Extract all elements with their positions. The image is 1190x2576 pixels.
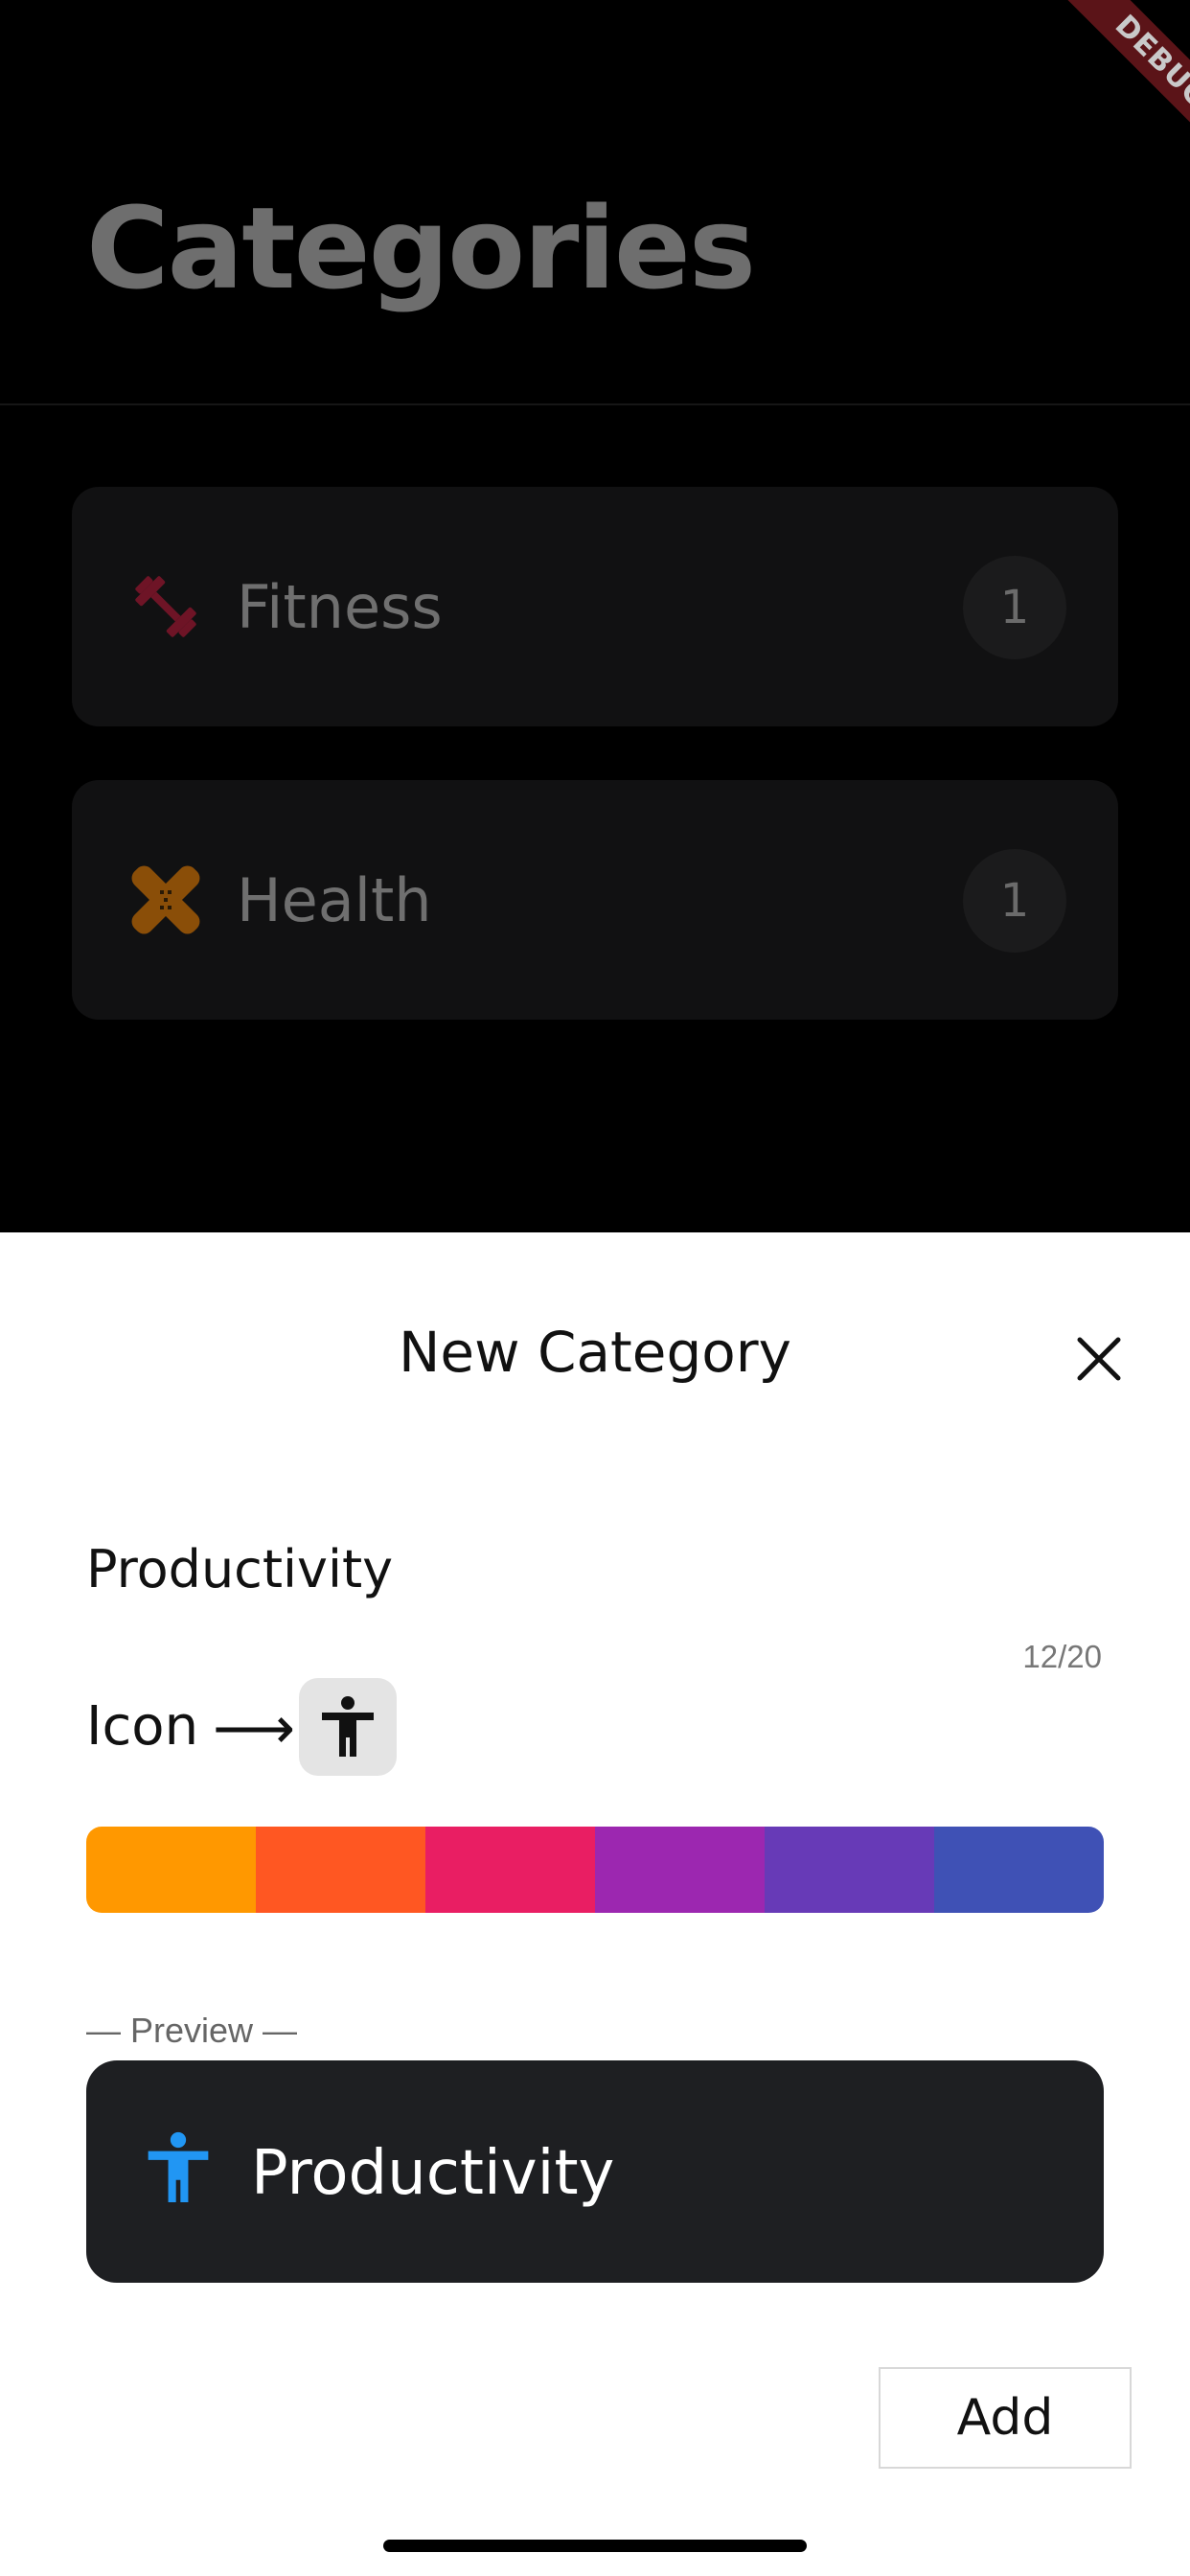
sheet-title: New Category: [399, 1320, 791, 1385]
header-divider: [0, 403, 1190, 405]
color-swatch-pink[interactable]: [425, 1827, 595, 1913]
page-title: Categories: [86, 182, 756, 314]
categories-screen: Categories Fitness 1 Health 1 DEBUG: [0, 0, 1190, 1232]
icon-picker-button[interactable]: [299, 1678, 397, 1776]
preview-category-name: Productivity: [251, 2138, 615, 2209]
color-swatch-indigo[interactable]: [934, 1827, 1104, 1913]
debug-banner-label: DEBUG: [1043, 0, 1190, 163]
accessibility-icon: [322, 1696, 374, 1757]
add-button[interactable]: Add: [879, 2367, 1132, 2469]
category-name-input[interactable]: [86, 1539, 1102, 1599]
color-swatch-deep-purple[interactable]: [765, 1827, 934, 1913]
new-category-sheet: New Category 12/20 Icon ⟶ — Preview — Pr…: [0, 1232, 1190, 2576]
category-card-fitness[interactable]: Fitness 1: [72, 487, 1118, 726]
bandage-icon: [131, 865, 200, 934]
count-badge: 1: [963, 556, 1066, 659]
category-card-health[interactable]: Health 1: [72, 780, 1118, 1020]
home-indicator: [383, 2540, 807, 2552]
close-icon[interactable]: [1068, 1328, 1130, 1390]
category-label: Health: [237, 865, 432, 935]
arrow-right-icon: ⟶: [213, 1696, 296, 1760]
color-swatch-orange[interactable]: [86, 1827, 256, 1913]
color-swatch-deep-orange[interactable]: [256, 1827, 425, 1913]
color-swatch-purple[interactable]: [595, 1827, 765, 1913]
accessibility-icon: [148, 2131, 209, 2202]
preview-label: — Preview —: [86, 2011, 298, 2050]
preview-card: Productivity: [86, 2060, 1104, 2283]
dumbbell-icon: [135, 576, 196, 637]
category-label: Fitness: [237, 572, 443, 642]
color-picker: [86, 1827, 1104, 1913]
icon-label: Icon: [86, 1695, 199, 1758]
debug-banner: DEBUG: [1027, 0, 1190, 163]
count-badge: 1: [963, 849, 1066, 953]
char-counter: 12/20: [1022, 1639, 1102, 1674]
